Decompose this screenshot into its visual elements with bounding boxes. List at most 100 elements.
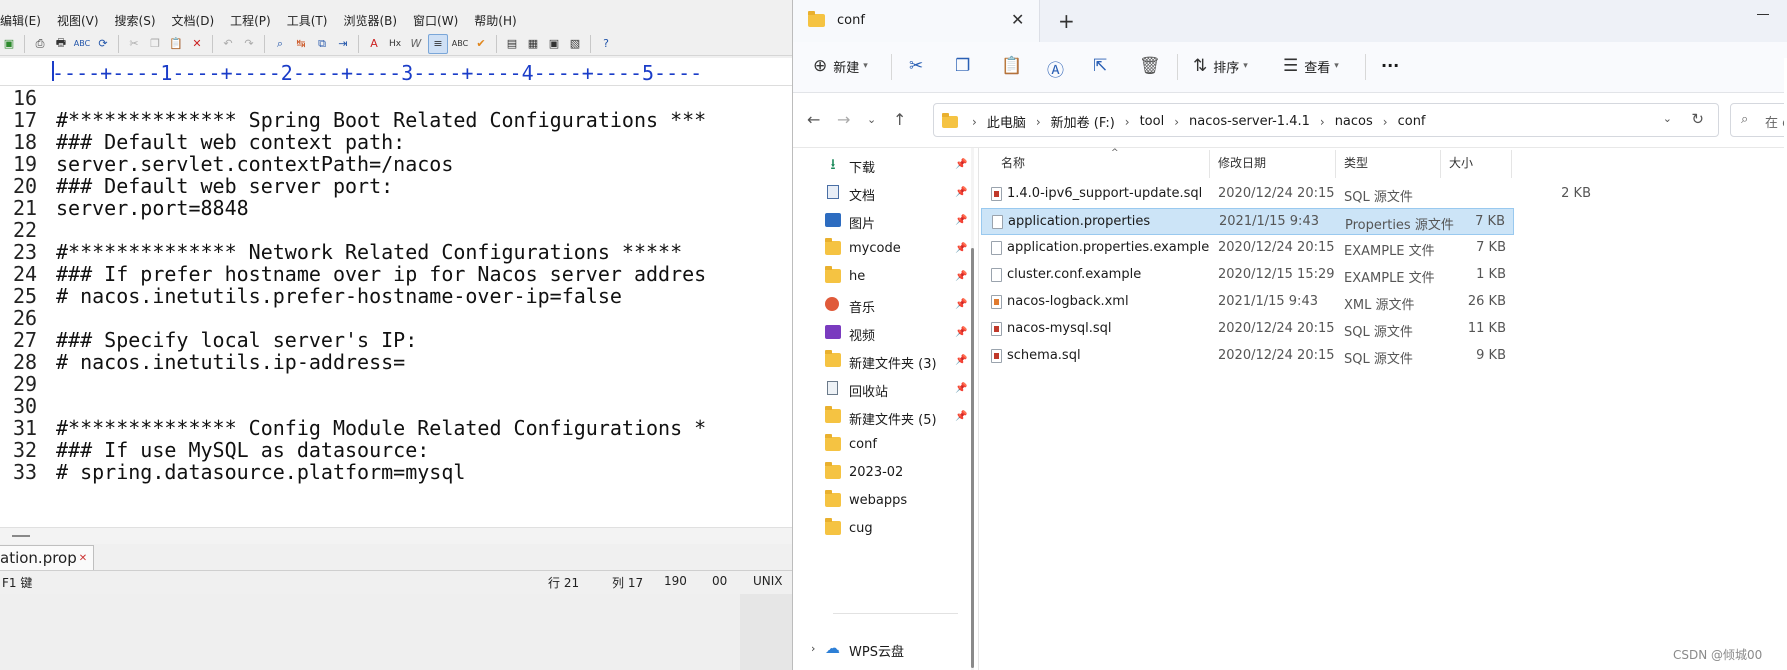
file-row[interactable]: application.properties.example 2020/12/2… (981, 235, 1514, 262)
breadcrumb-item[interactable]: conf (1398, 114, 1426, 129)
pin-icon[interactable]: 📌 (955, 187, 967, 198)
paste-icon[interactable]: 📋 (167, 35, 185, 53)
column-header-size[interactable]: 大小 (1449, 154, 1473, 178)
breadcrumb-item[interactable]: nacos-server-1.4.1 (1189, 114, 1310, 129)
breadcrumb-item[interactable]: nacos (1335, 114, 1373, 129)
nav-item-wps-cloud[interactable]: ☁ WPS云盘 (793, 635, 973, 665)
pin-icon[interactable]: 📌 (955, 243, 967, 254)
print-icon[interactable]: 🖶 (52, 35, 70, 53)
nav-item-documents[interactable]: 文档 📌 (793, 179, 973, 209)
save-all-icon[interactable]: ▣ (0, 35, 18, 53)
replace-icon[interactable]: ↹ (292, 35, 310, 53)
file-row[interactable]: nacos-mysql.sql 2020/12/24 20:15 SQL 源文件… (981, 316, 1514, 343)
rename-button[interactable]: Ⓐ (1047, 56, 1070, 81)
forward-arrow-icon[interactable]: → (837, 110, 850, 129)
help-icon[interactable]: ? (597, 35, 615, 53)
address-bar[interactable]: › 此电脑 › 新加卷 (F:) › tool › nacos-server-1… (933, 103, 1719, 137)
column-header-type[interactable]: 类型 (1344, 154, 1368, 178)
copy-icon[interactable]: ❐ (146, 35, 164, 53)
line-numbers-icon[interactable]: ≡ (428, 33, 448, 54)
nav-item-cug[interactable]: cug (793, 515, 973, 545)
menu-document[interactable]: 文档(D) (172, 12, 215, 29)
pin-icon[interactable]: 📌 (955, 159, 967, 170)
nav-item-he[interactable]: he 📌 (793, 263, 973, 293)
pin-icon[interactable]: 📌 (955, 271, 967, 282)
nav-item-music[interactable]: 音乐 📌 (793, 291, 973, 321)
file-row[interactable]: cluster.conf.example 2020/12/15 15:29 EX… (981, 262, 1514, 289)
scrollbar-thumb[interactable] (12, 535, 30, 537)
breadcrumb-item[interactable]: 此电脑 (987, 112, 1026, 131)
window-layout-4-icon[interactable]: ▧ (566, 35, 584, 53)
delete-icon[interactable]: ✕ (188, 35, 206, 53)
cut-icon[interactable]: ✂ (125, 35, 143, 53)
nav-item-recycle-bin[interactable]: 回收站 📌 (793, 375, 973, 405)
recent-locations-icon[interactable]: ⌄ (867, 113, 876, 126)
pin-icon[interactable]: 📌 (955, 383, 967, 394)
nav-item-new-folder-3[interactable]: 新建文件夹 (3) 📌 (793, 347, 973, 377)
column-separator[interactable] (1440, 150, 1441, 178)
scrollbar-thumb[interactable] (971, 248, 974, 668)
check-icon[interactable]: ✔ (472, 35, 490, 53)
column-separator[interactable] (1511, 150, 1512, 178)
paste-button[interactable]: 📋 (1001, 56, 1028, 76)
menu-tools[interactable]: 工具(T) (287, 12, 328, 29)
new-button[interactable]: ⊕ 新建 ▾ (813, 56, 868, 76)
print-preview-icon[interactable]: ⎙ (31, 35, 49, 53)
nav-item-mycode[interactable]: mycode 📌 (793, 235, 973, 265)
nav-item-2023-02[interactable]: 2023-02 (793, 459, 973, 489)
menu-window[interactable]: 窗口(W) (413, 12, 458, 29)
nav-item-conf[interactable]: conf (793, 431, 973, 461)
sort-button[interactable]: ⇅ 排序 ▾ (1193, 56, 1248, 76)
chevron-down-icon[interactable]: ⌄ (1663, 112, 1672, 125)
document-tab[interactable]: ation.prop ✕ (0, 545, 95, 570)
cut-button[interactable]: ✂ (909, 56, 929, 76)
back-arrow-icon[interactable]: ← (807, 110, 820, 129)
refresh-icon[interactable]: ↻ (1691, 110, 1704, 128)
font-icon[interactable]: A (365, 35, 383, 53)
new-tab-icon[interactable]: + (1058, 9, 1075, 33)
menu-search[interactable]: 搜索(S) (115, 12, 156, 29)
close-icon[interactable]: ✕ (1011, 10, 1024, 29)
pin-icon[interactable]: 📌 (955, 327, 967, 338)
explorer-tab[interactable]: conf ✕ (793, 0, 1040, 42)
search-input[interactable]: ⌕ 在 co (1730, 103, 1787, 137)
pane-separator[interactable] (978, 148, 979, 670)
column-mode-icon[interactable]: ABC (451, 35, 469, 53)
find-icon[interactable]: ⌕ (271, 35, 289, 53)
breadcrumb-item[interactable]: tool (1140, 114, 1165, 129)
menu-view[interactable]: 视图(V) (57, 12, 99, 29)
pin-icon[interactable]: 📌 (955, 299, 967, 310)
refresh-icon[interactable]: ⟳ (94, 35, 112, 53)
column-separator[interactable] (1335, 150, 1336, 178)
share-button[interactable]: ⇱ (1093, 56, 1113, 76)
breadcrumb-item[interactable]: 新加卷 (F:) (1051, 112, 1115, 131)
column-header-date[interactable]: 修改日期 (1218, 154, 1266, 178)
window-layout-1-icon[interactable]: ▤ (503, 35, 521, 53)
menu-edit[interactable]: 编辑(E) (0, 12, 41, 29)
window-layout-3-icon[interactable]: ▣ (545, 35, 563, 53)
nav-item-pictures[interactable]: 图片 📌 (793, 207, 973, 237)
file-row-selected[interactable]: application.properties 2021/1/15 9:43 Pr… (981, 208, 1514, 235)
editor-text-area[interactable]: 16 17 #************** Spring Boot Related… (0, 86, 792, 527)
goto-line-icon[interactable]: ⇥ (334, 35, 352, 53)
more-options-button[interactable]: ··· (1381, 56, 1399, 75)
nav-item-downloads[interactable]: ⭳ 下载 📌 (793, 151, 973, 181)
file-row[interactable]: 1.4.0-ipv6_support-update.sql 2020/12/24… (981, 181, 1599, 208)
menu-project[interactable]: 工程(P) (230, 12, 271, 29)
column-header-name[interactable]: 名称 (1001, 154, 1025, 178)
find-in-files-icon[interactable]: ⧉ (313, 35, 331, 53)
pin-icon[interactable]: 📌 (955, 215, 967, 226)
menu-browser[interactable]: 浏览器(B) (343, 12, 397, 29)
minimize-icon[interactable] (1757, 14, 1769, 15)
pin-icon[interactable]: 📌 (955, 411, 967, 422)
nav-pane-scrollbar[interactable] (971, 148, 974, 670)
column-separator[interactable] (1209, 150, 1210, 178)
redo-icon[interactable]: ↷ (240, 35, 258, 53)
editor-horizontal-scrollbar[interactable] (0, 527, 792, 545)
nav-item-new-folder-5[interactable]: 新建文件夹 (5) 📌 (793, 403, 973, 433)
close-icon[interactable]: ✕ (79, 553, 87, 564)
up-arrow-icon[interactable]: ↑ (893, 110, 906, 129)
delete-button[interactable]: 🗑 (1139, 56, 1167, 76)
file-row[interactable]: nacos-logback.xml 2021/1/15 9:43 XML 源文件… (981, 289, 1514, 316)
hex-icon[interactable]: Hx (386, 35, 404, 53)
